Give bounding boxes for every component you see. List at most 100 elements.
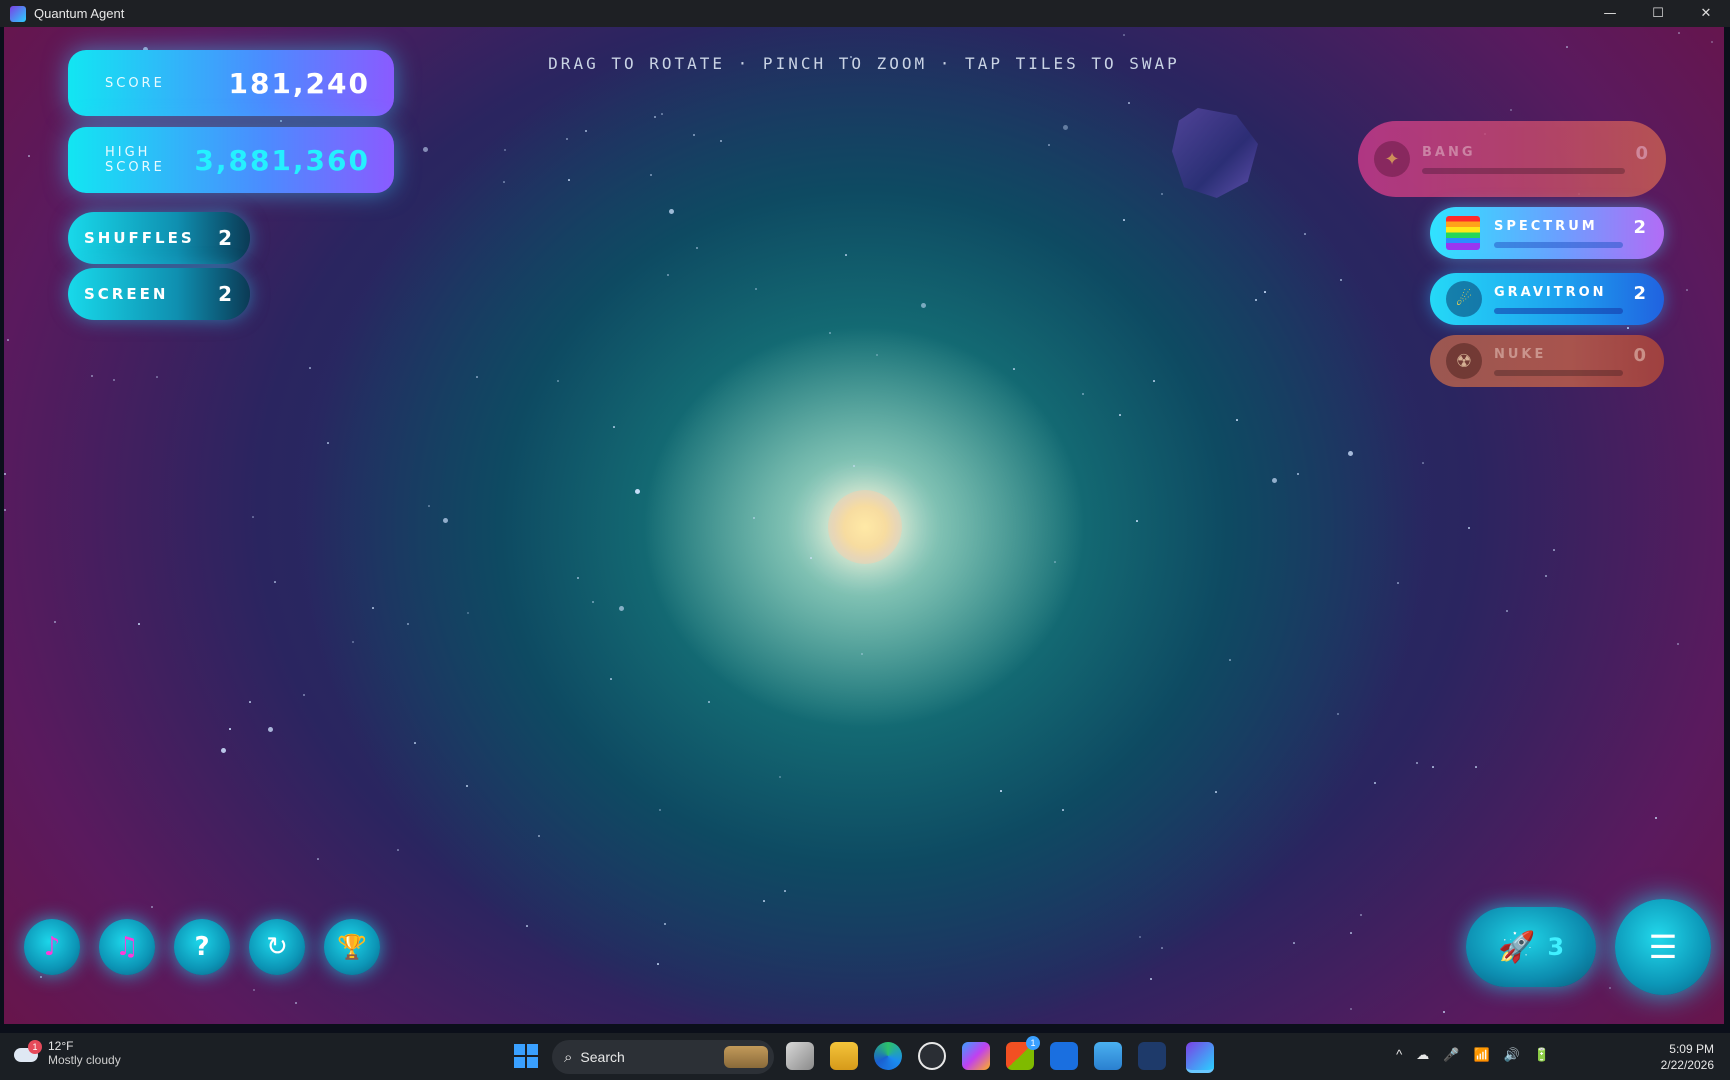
background-star xyxy=(577,577,579,579)
powerup-spectrum[interactable]: SPECTRUM 2 xyxy=(1430,207,1664,259)
powerup-gravitron[interactable]: ☄ GRAVITRON 2 xyxy=(1430,273,1664,325)
background-star xyxy=(352,641,354,643)
edge-browser-icon[interactable] xyxy=(874,1042,902,1070)
sparkle-icon: ✦ xyxy=(1374,141,1410,177)
background-star xyxy=(303,694,305,696)
background-star xyxy=(138,623,140,625)
background-star xyxy=(466,785,468,787)
background-star xyxy=(407,623,409,625)
background-star xyxy=(4,509,6,511)
weather-widget[interactable]: 1 12°F Mostly cloudy xyxy=(14,1039,121,1067)
rocket-button[interactable]: 🚀 3 xyxy=(1466,907,1596,987)
weather-temp: 12°F xyxy=(48,1039,74,1053)
screen-button[interactable]: SCREEN 2 xyxy=(68,268,250,320)
trophy-button[interactable]: 🏆 xyxy=(324,919,380,975)
background-star xyxy=(428,505,430,507)
dropbox-icon[interactable] xyxy=(1050,1042,1078,1070)
background-star xyxy=(91,375,93,377)
powerup-nuke[interactable]: ☢ NUKE 0 xyxy=(1430,335,1664,387)
microphone-icon[interactable]: 🎤 xyxy=(1443,1047,1459,1063)
background-star xyxy=(526,925,528,927)
taskbar-search[interactable]: ⌕ Search xyxy=(552,1040,774,1074)
asteroid xyxy=(1172,108,1258,198)
wifi-icon[interactable]: 📶 xyxy=(1473,1047,1489,1063)
background-star xyxy=(1000,790,1002,792)
powerup-bang[interactable]: ✦ BANG 0 xyxy=(1358,121,1666,197)
background-star xyxy=(753,517,755,519)
background-star xyxy=(1123,219,1125,221)
task-view-icon[interactable] xyxy=(786,1042,814,1070)
high-score-label: HIGH SCORE xyxy=(105,145,165,175)
minimize-button[interactable]: — xyxy=(1586,0,1634,27)
vpn-shield-icon[interactable] xyxy=(1138,1042,1166,1070)
rocket-icon: 🚀 xyxy=(1497,929,1536,965)
tray-overflow-icon[interactable]: ^ xyxy=(1396,1047,1402,1063)
background-star xyxy=(1139,936,1141,938)
file-explorer-icon[interactable] xyxy=(830,1042,858,1070)
background-star xyxy=(1123,34,1125,36)
sound-toggle-button[interactable]: ♫ xyxy=(99,919,155,975)
powerup-bang-label: BANG xyxy=(1422,144,1476,160)
background-star xyxy=(503,181,505,183)
background-star xyxy=(1627,327,1629,329)
help-button[interactable]: ? xyxy=(174,919,230,975)
background-star xyxy=(635,489,640,494)
background-star xyxy=(1340,279,1342,281)
background-star xyxy=(708,701,710,703)
onedrive-icon[interactable]: ☁ xyxy=(1416,1047,1429,1063)
question-icon: ? xyxy=(194,932,210,962)
battery-icon[interactable]: 🔋 xyxy=(1534,1047,1550,1063)
background-star xyxy=(755,288,757,290)
central-star[interactable] xyxy=(828,490,902,564)
background-star xyxy=(327,442,329,444)
background-star xyxy=(280,120,282,122)
start-button[interactable] xyxy=(514,1044,538,1068)
background-star xyxy=(1062,809,1064,811)
background-star xyxy=(1711,41,1713,43)
shuffles-button[interactable]: SHUFFLES 2 xyxy=(68,212,250,264)
taskbar-clock[interactable]: 5:09 PM 2/22/2026 xyxy=(1661,1041,1714,1073)
background-star xyxy=(4,473,6,475)
close-button[interactable]: ✕ xyxy=(1682,0,1730,27)
background-star xyxy=(1082,393,1084,395)
restart-button[interactable]: ↻ xyxy=(249,919,305,975)
menu-button[interactable]: ☰ xyxy=(1615,899,1711,995)
background-star xyxy=(810,557,812,559)
store-icon[interactable]: 1 xyxy=(1006,1036,1040,1070)
background-star xyxy=(7,339,9,341)
search-icon: ⌕ xyxy=(564,1048,573,1066)
powerup-nuke-progress xyxy=(1494,369,1624,376)
background-star xyxy=(1119,414,1121,416)
background-star xyxy=(423,147,428,152)
background-star xyxy=(1677,643,1679,645)
quantum-agent-taskbar-icon[interactable] xyxy=(1186,1042,1214,1073)
background-star xyxy=(1215,791,1217,793)
background-star xyxy=(568,179,570,181)
background-star xyxy=(592,601,594,603)
background-star xyxy=(763,900,765,902)
background-star xyxy=(253,989,255,991)
notepad-icon[interactable] xyxy=(1094,1042,1122,1070)
music-toggle-button[interactable]: ♪ xyxy=(24,919,80,975)
powerup-gravitron-label: GRAVITRON xyxy=(1494,284,1607,300)
volume-icon[interactable]: 🔊 xyxy=(1504,1047,1520,1063)
background-star xyxy=(667,274,669,276)
maximize-button[interactable]: ☐ xyxy=(1634,0,1682,27)
background-star xyxy=(619,606,624,611)
background-star xyxy=(664,923,666,925)
background-star xyxy=(845,254,847,256)
powerup-bang-count: 0 xyxy=(1635,142,1648,164)
window-title: Quantum Agent xyxy=(34,6,125,21)
background-star xyxy=(249,701,251,703)
double-note-icon: ♫ xyxy=(115,932,139,962)
game-canvas[interactable]: DRAG TO ROTATE · PINCH TO ZOOM · TAP TIL… xyxy=(4,27,1724,1024)
powerup-bang-progress xyxy=(1422,167,1626,174)
background-star xyxy=(1013,368,1015,370)
powerup-nuke-label: NUKE xyxy=(1494,346,1547,362)
background-star xyxy=(1553,549,1555,551)
chatgpt-icon[interactable] xyxy=(918,1042,946,1070)
screen-label: SCREEN xyxy=(84,285,169,303)
background-star xyxy=(1443,1011,1445,1013)
copilot-icon[interactable] xyxy=(962,1042,990,1070)
background-star xyxy=(921,303,926,308)
